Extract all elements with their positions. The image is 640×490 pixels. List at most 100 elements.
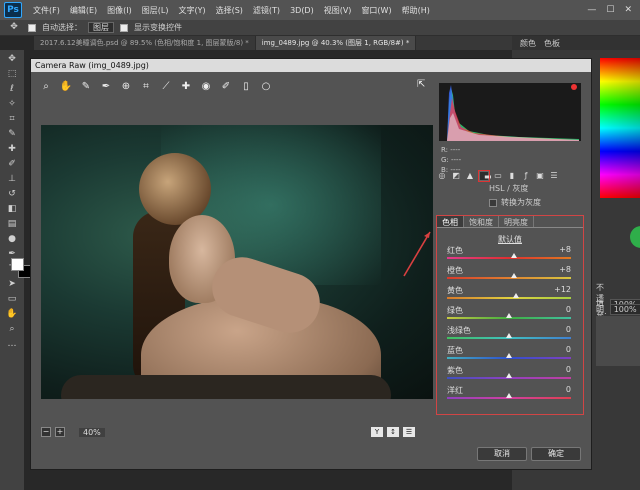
move-tool-icon[interactable]: ✥ [6,22,22,33]
slider-value[interactable]: +12 [554,285,571,294]
auto-select-dropdown[interactable]: 图层 [88,22,114,33]
menu-help[interactable]: 帮助(H) [397,5,435,16]
stamp-icon[interactable]: ⊥ [4,174,20,185]
zoom-in-button[interactable]: + [55,427,65,437]
gradient-icon[interactable]: ▤ [4,219,20,230]
slider-value[interactable]: +8 [559,265,571,274]
menu-window[interactable]: 窗口(W) [356,5,396,16]
spot-removal-icon[interactable]: ✚ [179,79,193,93]
menu-3d[interactable]: 3D(D) [285,6,319,15]
slider-value[interactable]: 0 [566,325,571,334]
tab-luminance[interactable]: 明亮度 [499,216,534,227]
menu-layer[interactable]: 图层(L) [137,5,174,16]
path-select-icon[interactable]: ➤ [4,279,20,290]
slider-thumb[interactable] [506,393,512,398]
menu-edit[interactable]: 编辑(E) [65,5,102,16]
slider-track[interactable] [447,277,571,279]
slider-thumb[interactable] [506,313,512,318]
graduated-filter-icon[interactable]: ▯ [239,79,253,93]
crop-icon[interactable]: ⌗ [4,114,20,125]
move-icon[interactable]: ✥ [4,54,20,65]
adjustment-brush-icon[interactable]: ✐ [219,79,233,93]
white-balance-icon[interactable]: ✎ [79,79,93,93]
slider-thumb[interactable] [513,293,520,298]
basic-panel-icon[interactable]: ◎ [437,171,447,181]
camera-calibration-icon[interactable]: ▣ [535,171,545,181]
radial-filter-icon[interactable]: ○ [259,79,273,93]
tab-color[interactable]: 颜色 [520,38,536,49]
fill-input[interactable]: 100% [609,303,640,315]
slider-track[interactable] [447,257,571,259]
tab-saturation[interactable]: 饱和度 [464,216,499,227]
menu-select[interactable]: 选择(S) [211,5,248,16]
slider-thumb[interactable] [510,273,517,278]
auto-select-checkbox[interactable] [28,23,36,32]
zoom-tool-icon[interactable]: ⌕ [39,79,53,93]
doc-tab-2[interactable]: img_0489.jpg @ 40.3% (图层 1, RGB/8#) * [255,36,417,50]
color-sampler-icon[interactable]: ✒ [99,79,113,93]
menu-file[interactable]: 文件(F) [28,5,65,16]
ok-button[interactable]: 确定 [531,447,581,461]
lasso-icon[interactable]: ℓ [4,84,20,95]
slider-value[interactable]: 0 [566,345,571,354]
close-icon[interactable]: ✕ [624,5,632,15]
crop-tool-icon[interactable]: ⌗ [139,79,153,93]
hand-icon[interactable]: ✋ [4,309,20,320]
more-tools-icon[interactable]: … [4,339,20,350]
menu-view[interactable]: 视图(V) [319,5,357,16]
zoom-level-dropdown[interactable]: 40% [79,427,105,437]
green-readout: G: ---- [441,156,462,164]
minimize-icon[interactable]: — [587,5,596,15]
dodge-icon[interactable]: ● [4,234,20,245]
slider-value[interactable]: 0 [566,365,571,374]
fullscreen-icon[interactable]: ⇱ [417,79,425,90]
straighten-icon[interactable]: ⟋ [159,79,173,93]
target-adjust-icon[interactable]: ⊕ [119,79,133,93]
slider-thumb[interactable] [506,353,512,358]
zoom-icon[interactable]: ⌕ [4,324,20,335]
hue-sliders: 红色 +8 橙色 +8 黄色 +12 绿色 0 浅绿色 0 蓝色 0 紫色 0 洋红 0 [437,245,583,405]
lens-icon[interactable]: ▮ [507,171,517,181]
tab-hue[interactable]: 色相 [437,216,464,227]
menu-type[interactable]: 文字(Y) [173,5,210,16]
tab-swatches[interactable]: 色板 [544,38,560,49]
hand-tool-icon[interactable]: ✋ [59,79,73,93]
magic-wand-icon[interactable]: ✧ [4,99,20,110]
tone-curve-icon[interactable]: ◩ [451,171,461,181]
swap-button[interactable]: ↕ [387,427,399,437]
presets-icon[interactable]: ☰ [549,171,559,181]
slider-value[interactable]: 0 [566,385,571,394]
show-transform-checkbox[interactable] [120,23,128,32]
maximize-icon[interactable]: ☐ [606,5,614,15]
default-link[interactable]: 默认值 [437,234,583,245]
eraser-icon[interactable]: ◧ [4,204,20,215]
slider-track[interactable] [447,297,571,299]
hue-slider-row: 红色 +8 [443,245,577,265]
slider-value[interactable]: 0 [566,305,571,314]
split-toning-icon[interactable]: ▭ [493,171,503,181]
shape-icon[interactable]: ▭ [4,294,20,305]
healing-icon[interactable]: ✚ [4,144,20,155]
detail-icon[interactable]: ▲ [465,171,475,181]
effects-icon[interactable]: ƒ [521,171,531,181]
slider-thumb[interactable] [510,253,517,258]
cancel-button[interactable]: 取消 [477,447,527,461]
before-after-button[interactable]: Y [371,427,383,437]
slider-thumb[interactable] [506,373,512,378]
layers-list[interactable] [596,316,640,366]
marquee-icon[interactable]: ⬚ [4,69,20,80]
settings-button[interactable]: ☰ [403,427,415,437]
hsl-panel-icon[interactable]: ▬ [478,170,492,182]
menu-filter[interactable]: 滤镜(T) [248,5,285,16]
slider-value[interactable]: +8 [559,245,571,254]
zoom-out-button[interactable]: − [41,427,51,437]
convert-gray-checkbox[interactable] [489,198,497,207]
eyedropper-icon[interactable]: ✎ [4,129,20,140]
menu-image[interactable]: 图像(I) [102,5,137,16]
brush-icon[interactable]: ✐ [4,159,20,170]
history-brush-icon[interactable]: ↺ [4,189,20,200]
foreground-color-swatch[interactable] [11,258,24,271]
red-eye-icon[interactable]: ◉ [199,79,213,93]
doc-tab-1[interactable]: 2017.6.12美瞳调色.psd @ 89.5% (色相/饱和度 1, 图层蒙… [34,36,256,50]
slider-thumb[interactable] [506,333,512,338]
